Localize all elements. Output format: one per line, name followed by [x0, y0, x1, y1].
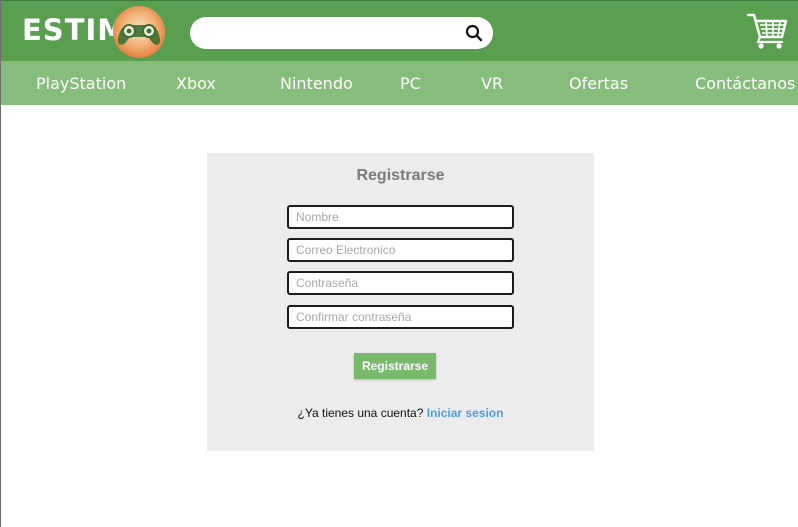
name-field[interactable] — [287, 205, 514, 229]
nav-item-pc[interactable]: PC — [400, 74, 421, 93]
login-prompt-text: ¿Ya tienes una cuenta? — [297, 406, 424, 420]
nav-item-playstation[interactable]: PlayStation — [36, 74, 126, 93]
register-button[interactable]: Registrarse — [354, 353, 436, 379]
nav-item-vr[interactable]: VR — [481, 74, 503, 93]
nav-item-contactanos[interactable]: Contáctanos — [695, 74, 795, 93]
top-bar: ESTIM — [1, 0, 798, 61]
login-link[interactable]: Iniciar sesion — [427, 406, 504, 420]
register-title: Registrarse — [356, 167, 445, 184]
shopping-cart-icon[interactable] — [746, 11, 788, 51]
password-field[interactable] — [287, 271, 514, 295]
gamepad-logo-icon[interactable] — [112, 5, 166, 59]
search-icon[interactable] — [464, 23, 484, 43]
email-field[interactable] — [287, 238, 514, 262]
category-nav: PlayStation Xbox Nintendo PC VR Ofertas … — [1, 61, 798, 105]
register-panel: Registrarse Registrarse ¿Ya tienes una c… — [207, 153, 594, 451]
search-input[interactable] — [190, 17, 493, 49]
nav-item-xbox[interactable]: Xbox — [176, 74, 216, 93]
nav-item-ofertas[interactable]: Ofertas — [569, 74, 628, 93]
login-prompt-line: ¿Ya tienes una cuenta? Iniciar sesion — [207, 406, 594, 420]
confirm-password-field[interactable] — [287, 305, 514, 329]
nav-item-nintendo[interactable]: Nintendo — [280, 74, 353, 93]
